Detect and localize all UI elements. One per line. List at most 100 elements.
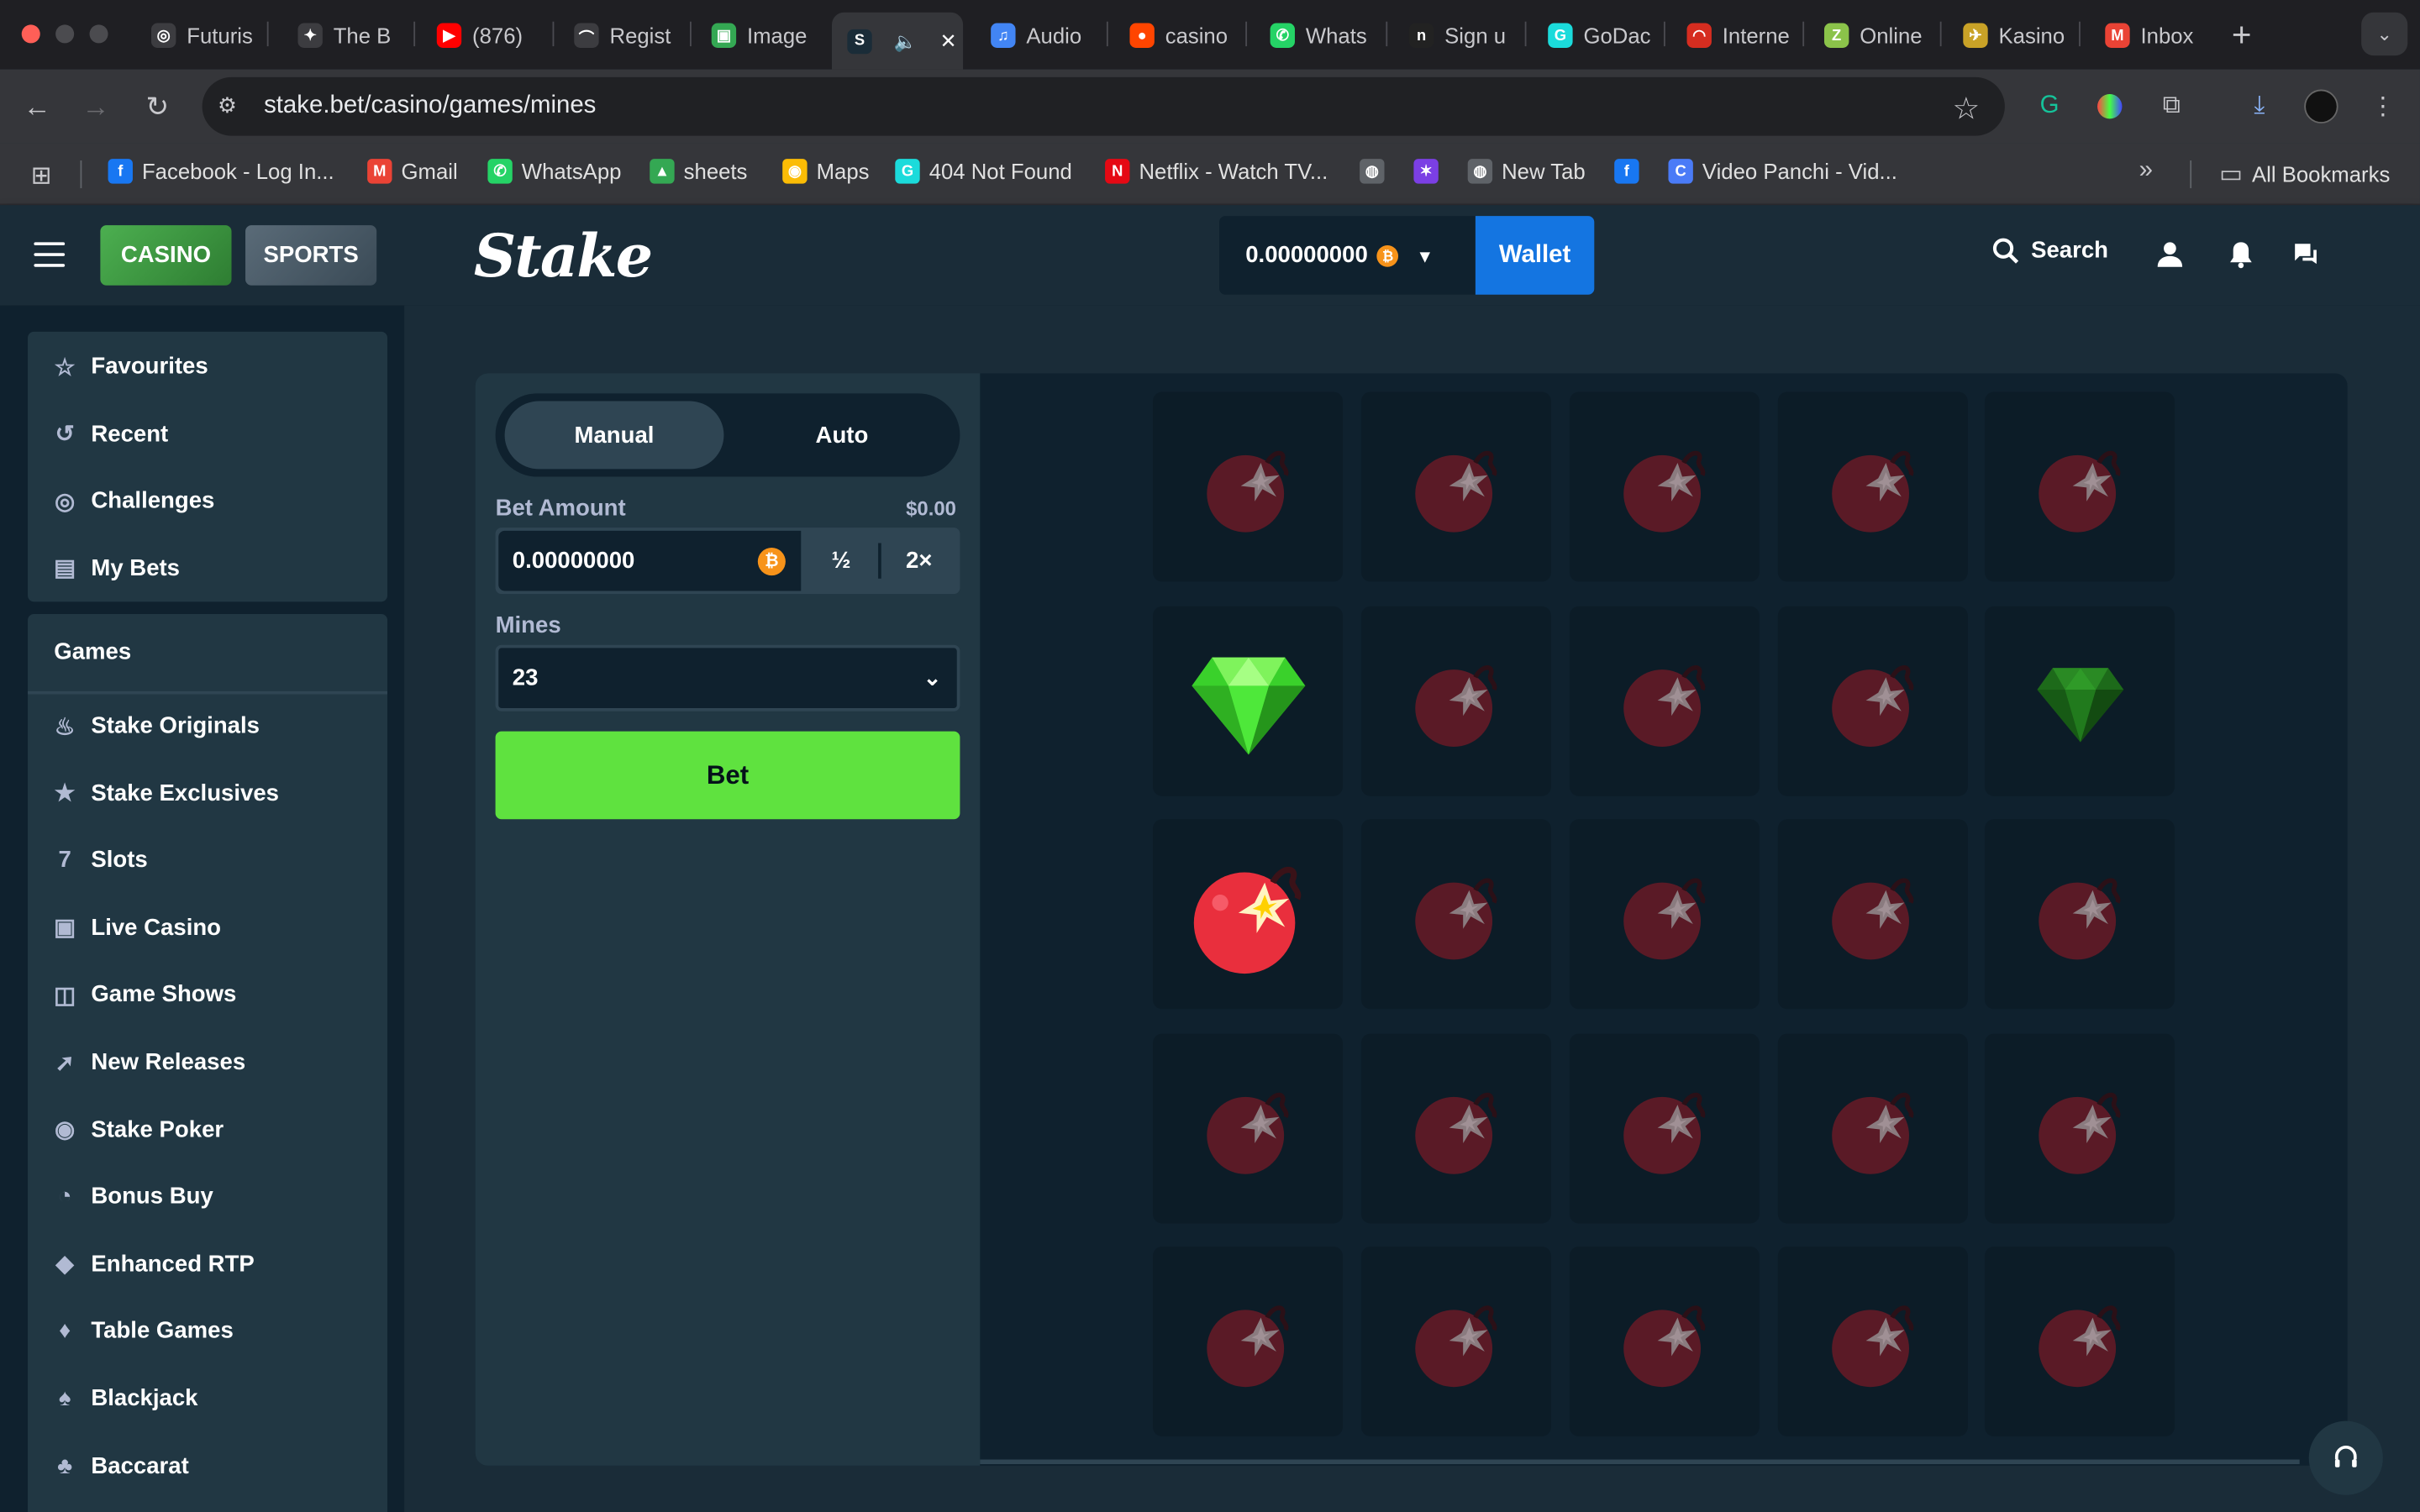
all-bookmarks-folder[interactable]: ▭ All Bookmarks — [2219, 159, 2390, 190]
extensions-puzzle-icon[interactable]: ⧉ — [2154, 90, 2188, 123]
tile-mine[interactable] — [1360, 391, 1551, 582]
auto-tab[interactable]: Auto — [730, 402, 954, 470]
tile-mine[interactable] — [1360, 1033, 1551, 1224]
tile-mine[interactable] — [1984, 819, 2175, 1010]
chat-icon[interactable] — [2291, 239, 2322, 270]
browser-tab[interactable]: ✦ The B — [282, 13, 406, 59]
tile-mine[interactable] — [1569, 819, 1760, 1010]
games-section-header[interactable]: Games — [54, 638, 131, 664]
tab-close-icon[interactable]: ✕ — [939, 29, 956, 53]
support-headset-button[interactable] — [2308, 1420, 2383, 1495]
browser-tab[interactable]: ◠ Interne — [1671, 13, 1795, 59]
bookmark-item[interactable]: ◉ Maps — [782, 159, 869, 184]
tile-mine[interactable] — [1984, 1247, 2175, 1436]
sidebar-item[interactable]: ♨ Stake Originals — [54, 713, 260, 740]
sidebar-item[interactable]: ◫ Game Shows — [54, 982, 236, 1009]
search-button[interactable]: Search — [1992, 238, 2108, 264]
sidebar-item[interactable]: ♣ Baccarat — [54, 1452, 189, 1478]
stake-logo[interactable]: Stake — [474, 221, 653, 291]
wallet-button[interactable]: Wallet — [1475, 216, 1595, 295]
double-bet-button[interactable]: 2× — [881, 531, 957, 591]
notifications-bell-icon[interactable] — [2226, 239, 2257, 270]
tile-mine[interactable] — [1153, 391, 1343, 582]
bookmark-item[interactable]: C Video Panchi - Vid... — [1668, 159, 1897, 184]
site-info-icon[interactable]: ⚙ — [218, 92, 245, 120]
apps-grid-icon[interactable]: ⊞ — [31, 160, 52, 192]
bookmark-item[interactable]: ◍ New Tab — [1467, 159, 1586, 184]
tile-mine[interactable] — [1360, 606, 1551, 796]
tile-mine[interactable] — [1569, 391, 1760, 582]
back-icon[interactable]: ← — [18, 88, 55, 125]
sports-tab-button[interactable]: SPORTS — [245, 225, 377, 286]
sidebar-item[interactable]: ▤ My Bets — [54, 554, 180, 581]
grammarly-extension-icon[interactable]: G — [2033, 90, 2066, 123]
more-bookmarks-icon[interactable]: » — [2139, 157, 2153, 185]
zoom-window-button[interactable] — [89, 24, 108, 44]
profile-avatar[interactable] — [2304, 89, 2338, 123]
sidebar-item[interactable]: ♠ Blackjack — [54, 1385, 198, 1411]
sidebar-item[interactable]: ◆ Enhanced RTP — [54, 1251, 255, 1278]
tile-mine[interactable] — [1569, 1247, 1760, 1436]
downloads-icon[interactable]: ⤓ — [2243, 90, 2276, 123]
forward-icon[interactable]: → — [77, 88, 114, 125]
tile-mine[interactable] — [1984, 391, 2175, 582]
tile-mine[interactable] — [1569, 1033, 1760, 1224]
bookmark-item[interactable]: ✶ — [1413, 159, 1439, 184]
bookmark-item[interactable]: G 404 Not Found — [895, 159, 1072, 184]
color-picker-extension-icon[interactable] — [2093, 90, 2127, 123]
tile-mine[interactable] — [1153, 1033, 1343, 1224]
sidebar-item[interactable]: ▣ Live Casino — [54, 915, 221, 942]
tile-mine[interactable] — [1360, 1247, 1551, 1436]
tile-mine[interactable] — [1153, 1247, 1343, 1436]
sidebar-item[interactable]: 7 Slots — [54, 848, 147, 874]
tile-mine[interactable] — [1777, 391, 1968, 582]
tile-mine[interactable] — [1777, 1247, 1968, 1436]
sidebar-item[interactable]: ☆ Favourites — [54, 354, 208, 381]
bookmark-item[interactable]: ▲ sheets — [650, 159, 747, 184]
tile-mine[interactable] — [1777, 606, 1968, 796]
tile-gem[interactable] — [1984, 606, 2175, 796]
bet-amount-input[interactable]: 0.00000000 ₿ — [498, 530, 802, 591]
tile-gem-revealed[interactable] — [1153, 606, 1343, 796]
browser-tab[interactable]: S 🔈 ✕ — [831, 12, 964, 70]
balance-selector[interactable]: 0.00000000 ₿ ▾ — [1218, 216, 1476, 295]
casino-tab-button[interactable]: CASINO — [100, 225, 232, 286]
browser-menu-icon[interactable]: ⋮ — [2366, 90, 2400, 123]
browser-tab[interactable]: ✆ Whats — [1255, 13, 1378, 59]
browser-tab[interactable]: G GoDac — [1533, 13, 1656, 59]
browser-tab[interactable]: ✈ Kasino — [1948, 13, 2071, 59]
browser-tab[interactable]: Z Online — [1809, 13, 1933, 59]
manual-tab[interactable]: Manual — [504, 401, 724, 470]
user-icon[interactable] — [2154, 239, 2186, 270]
browser-tab[interactable]: ▶ (876) — [421, 13, 544, 59]
bookmark-item[interactable]: N Netflix - Watch TV... — [1105, 159, 1328, 184]
browser-tab[interactable]: ⌒ Regist — [559, 13, 682, 59]
tile-mine[interactable] — [1984, 1033, 2175, 1224]
sidebar-item[interactable]: ◔ Bonus Buy — [54, 1184, 213, 1210]
address-bar[interactable]: ⚙ stake.bet/casino/games/mines ☆ — [202, 76, 2005, 136]
new-tab-button[interactable]: + — [2232, 15, 2252, 55]
tile-mine[interactable] — [1777, 1033, 1968, 1224]
browser-tab[interactable]: ♫ Audio — [976, 13, 1099, 59]
sidebar-item[interactable]: ↺ Recent — [54, 421, 169, 448]
sidebar-item[interactable]: ★ Stake Exclusives — [54, 780, 279, 807]
bookmark-item[interactable]: M Gmail — [367, 159, 458, 184]
tile-mine[interactable] — [1777, 819, 1968, 1010]
sidebar-item[interactable]: ➚ New Releases — [54, 1049, 246, 1076]
minimize-window-button[interactable] — [55, 24, 75, 44]
horizontal-scrollbar[interactable] — [980, 1459, 2300, 1465]
sidebar-item[interactable]: ◎ Challenges — [54, 487, 214, 514]
tab-search-button[interactable]: ⌄ — [2361, 12, 2408, 56]
reload-icon[interactable]: ↻ — [139, 88, 176, 125]
sidebar-item[interactable]: ♦ Table Games — [54, 1318, 234, 1344]
browser-tab[interactable]: ▣ Image — [696, 13, 819, 59]
bookmark-item[interactable]: ✆ WhatsApp — [487, 159, 621, 184]
menu-hamburger-icon[interactable] — [34, 242, 66, 267]
bookmark-item[interactable]: f — [1614, 159, 1639, 184]
half-bet-button[interactable]: ½ — [804, 531, 878, 591]
bookmark-item[interactable]: f Facebook - Log In... — [108, 159, 334, 184]
browser-tab[interactable]: n Sign u — [1394, 13, 1518, 59]
tile-mine[interactable] — [1360, 819, 1551, 1010]
bet-button[interactable]: Bet — [495, 731, 960, 820]
browser-tab[interactable]: ◎ Futuris — [136, 13, 260, 59]
